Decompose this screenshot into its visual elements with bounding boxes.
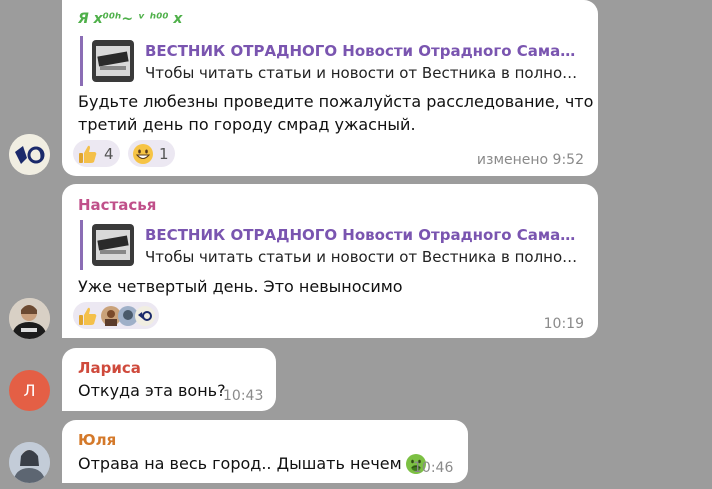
avatar[interactable]: [9, 134, 50, 175]
message-text: Будьте любезны проведите пожалуйста расс…: [78, 90, 593, 136]
thumbs-up-icon: [79, 145, 97, 163]
link-preview[interactable]: ВЕСТНИК ОТРАДНОГО Новости Отрадного Сама…: [80, 36, 585, 86]
message-time: 10:46: [413, 460, 454, 476]
link-preview-text: Чтобы читать статьи и новости от Вестник…: [145, 64, 585, 82]
message-bubble[interactable]: Настасья ВЕСТНИК ОТРАДНОГО Новости Отрад…: [62, 184, 598, 338]
reaction-count: 4: [104, 144, 114, 163]
link-preview-title[interactable]: ВЕСТНИК ОТРАДНОГО Новости Отрадного Сама…: [145, 42, 585, 60]
message-sender[interactable]: Юля: [78, 431, 116, 449]
reaction-count: 1: [159, 144, 169, 163]
reactor-avatar: [135, 305, 155, 326]
message-sender[interactable]: Я x⁰⁰ʰ~ ᵛ ʰ⁰⁰ x: [78, 11, 182, 27]
avatar-letter: Л: [23, 381, 36, 400]
message-sender[interactable]: Настасья: [78, 196, 156, 214]
link-preview[interactable]: ВЕСТНИК ОТРАДНОГО Новости Отрадного Сама…: [80, 220, 585, 270]
avatar[interactable]: [9, 298, 50, 339]
message-text-body: Отрава на весь город.. Дышать нечем: [78, 454, 402, 473]
link-preview-title[interactable]: ВЕСТНИК ОТРАДНОГО Новости Отрадного Сама…: [145, 226, 585, 244]
message-text-line: Будьте любезны проведите пожалуйста расс…: [78, 92, 594, 111]
message-text-line: третий день по городу смрад ужасный.: [78, 115, 416, 134]
grinning-face-icon: [133, 143, 153, 164]
avatar[interactable]: Л: [9, 370, 50, 411]
link-preview-text: Чтобы читать статьи и новости от Вестник…: [145, 248, 585, 266]
thumbs-up-icon: [79, 307, 97, 325]
message-time: 10:43: [223, 388, 264, 404]
message-text: Отрава на весь город.. Дышать нечем: [78, 452, 427, 475]
reaction-grinning[interactable]: 1: [128, 140, 175, 167]
avatar[interactable]: [9, 442, 50, 483]
message-text: Уже четвертый день. Это невыносимо: [78, 277, 403, 296]
message-bubble[interactable]: Лариса Откуда эта вонь? 10:43: [62, 348, 276, 411]
link-preview-thumbnail: [92, 40, 134, 82]
reaction-thumbs-up[interactable]: 4: [73, 140, 120, 167]
message-sender[interactable]: Лариса: [78, 359, 141, 377]
link-preview-thumbnail: [92, 224, 134, 266]
reaction-thumbs-up[interactable]: [73, 302, 159, 329]
message-time: 10:19: [543, 316, 584, 332]
message-text: Откуда эта вонь?: [78, 381, 226, 400]
message-bubble[interactable]: Юля Отрава на весь город.. Дышать нечем …: [62, 420, 468, 483]
message-bubble[interactable]: Я x⁰⁰ʰ~ ᵛ ʰ⁰⁰ x ВЕСТНИК ОТРАДНОГО Новост…: [62, 0, 598, 176]
message-time: изменено 9:52: [476, 152, 584, 168]
